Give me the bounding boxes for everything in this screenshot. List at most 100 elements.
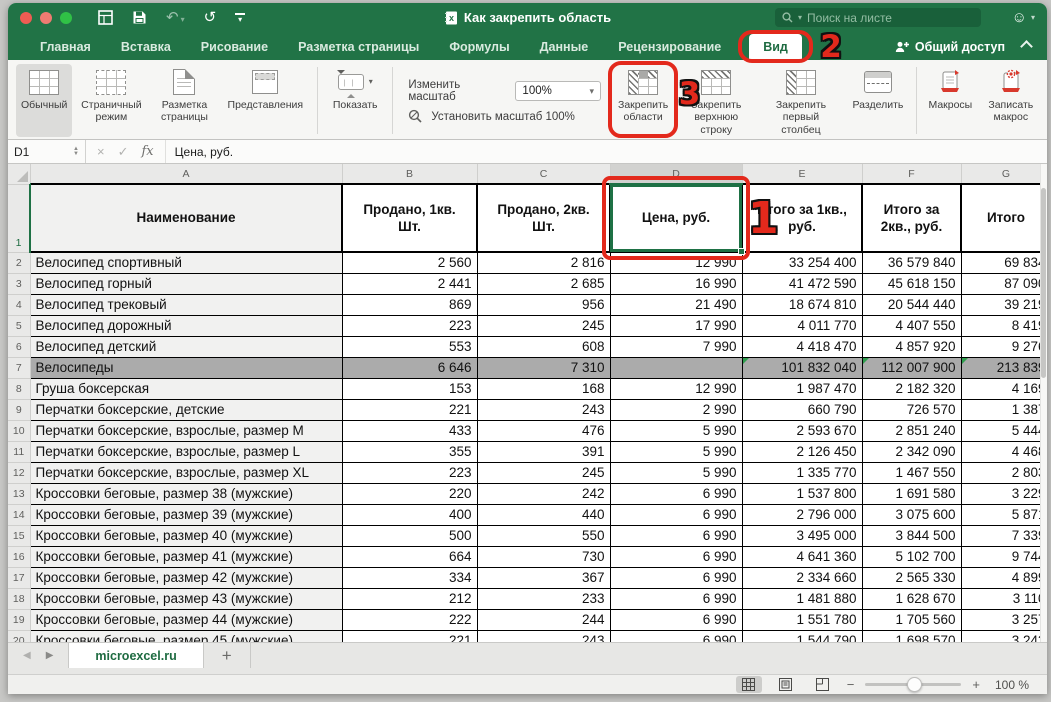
sheet-tab-microexcel[interactable]: microexcel.ru: [68, 643, 203, 668]
statusbar-pagebreak-view-icon[interactable]: [810, 676, 836, 693]
view-custom-button[interactable]: Представления: [219, 64, 312, 137]
cell-value[interactable]: 168: [477, 378, 610, 399]
cell-value[interactable]: 1 691 580: [862, 483, 961, 504]
freeze-top-row-button[interactable]: Закрепить верхнюю строку: [675, 64, 757, 137]
freeze-first-col-button[interactable]: Закрепить первый столбец: [757, 64, 845, 137]
row-header[interactable]: 7: [8, 357, 30, 378]
cell-value[interactable]: 36 579 840: [862, 252, 961, 273]
cell-value[interactable]: 7 990: [610, 336, 742, 357]
cell-value[interactable]: 223: [342, 462, 477, 483]
cell-value[interactable]: 6 990: [610, 525, 742, 546]
row-header[interactable]: 4: [8, 294, 30, 315]
row-header[interactable]: 20: [8, 630, 30, 642]
cell-value[interactable]: 1 551 780: [742, 609, 862, 630]
cell-value[interactable]: 6 990: [610, 546, 742, 567]
cell-value[interactable]: 660 790: [742, 399, 862, 420]
cell-value[interactable]: 243: [477, 630, 610, 642]
cell-value[interactable]: 153: [342, 378, 477, 399]
select-all-corner[interactable]: [8, 164, 30, 184]
cell-value[interactable]: 4 169: [961, 378, 1047, 399]
cell-value[interactable]: 2 685: [477, 273, 610, 294]
cell-value[interactable]: 243: [477, 399, 610, 420]
cell-value[interactable]: 500: [342, 525, 477, 546]
statusbar-normal-view-icon[interactable]: [736, 676, 762, 693]
cell-name[interactable]: Перчатки боксерские, взрослые, размер XL: [30, 462, 342, 483]
cell-value[interactable]: 2 560: [342, 252, 477, 273]
cell-value[interactable]: 5 990: [610, 462, 742, 483]
cell-value[interactable]: 212: [342, 588, 477, 609]
cell-value[interactable]: 45 618 150: [862, 273, 961, 294]
cell-value[interactable]: 6 990: [610, 483, 742, 504]
cell-value[interactable]: 608: [477, 336, 610, 357]
cell-name[interactable]: Кроссовки беговые, размер 44 (мужские): [30, 609, 342, 630]
cell-value[interactable]: 1 544 790: [742, 630, 862, 642]
cell-value[interactable]: 6 990: [610, 630, 742, 642]
cell-name[interactable]: Кроссовки беговые, размер 39 (мужские): [30, 504, 342, 525]
cell-value[interactable]: 433: [342, 420, 477, 441]
set-zoom-button[interactable]: Установить масштаб 100%: [408, 109, 601, 124]
insert-function-icon[interactable]: fx: [142, 144, 154, 159]
zoom-in-button[interactable]: +: [972, 677, 980, 692]
cell-value[interactable]: 69 834: [961, 252, 1047, 273]
cell-name[interactable]: Велосипед трековый: [30, 294, 342, 315]
tab-glavnaya[interactable]: Главная: [38, 34, 93, 60]
split-button[interactable]: Разделить: [845, 64, 911, 137]
cell-value[interactable]: 33 254 400: [742, 252, 862, 273]
cell-value[interactable]: 3 110: [961, 588, 1047, 609]
cell-value[interactable]: 39 219: [961, 294, 1047, 315]
cell-name[interactable]: Велосипед детский: [30, 336, 342, 357]
cell-name[interactable]: Кроссовки беговые, размер 38 (мужские): [30, 483, 342, 504]
minimize-window-button[interactable]: [40, 12, 52, 24]
cell-value[interactable]: 1 335 770: [742, 462, 862, 483]
name-box-stepper[interactable]: ▲▼: [73, 147, 79, 157]
cell-value[interactable]: 1 987 470: [742, 378, 862, 399]
cell-name[interactable]: Перчатки боксерские, детские: [30, 399, 342, 420]
cell-name[interactable]: Велосипеды: [30, 357, 342, 378]
statusbar-layout-view-icon[interactable]: [773, 676, 799, 693]
row-header[interactable]: 16: [8, 546, 30, 567]
cell-name[interactable]: Кроссовки беговые, размер 40 (мужские): [30, 525, 342, 546]
cell-value[interactable]: 4 641 360: [742, 546, 862, 567]
row-header[interactable]: 8: [8, 378, 30, 399]
cell-value[interactable]: 18 674 810: [742, 294, 862, 315]
selected-cell-d1[interactable]: Цена, руб.: [610, 184, 742, 252]
cell-value[interactable]: 2 182 320: [862, 378, 961, 399]
cell-value[interactable]: 2 803: [961, 462, 1047, 483]
header-cell-g1[interactable]: Итого: [961, 184, 1047, 252]
cell-value[interactable]: 391: [477, 441, 610, 462]
share-button[interactable]: Общий доступ: [895, 40, 1005, 54]
macros-button[interactable]: Макросы: [922, 64, 979, 137]
cell-name[interactable]: Кроссовки беговые, размер 42 (мужские): [30, 567, 342, 588]
next-sheet-icon[interactable]: ▶: [46, 650, 54, 661]
row-header[interactable]: 18: [8, 588, 30, 609]
cell-value[interactable]: 87 090: [961, 273, 1047, 294]
close-window-button[interactable]: [20, 12, 32, 24]
cell-value[interactable]: 220: [342, 483, 477, 504]
freeze-panes-button[interactable]: Закрепить области 3: [611, 64, 675, 137]
cell-value[interactable]: 7 310: [477, 357, 610, 378]
col-header-d[interactable]: D: [610, 164, 742, 184]
cell-value[interactable]: 2 334 660: [742, 567, 862, 588]
header-cell-c1[interactable]: Продано, 2кв. Шт.: [477, 184, 610, 252]
customize-toolbar-icon[interactable]: ▾: [235, 13, 245, 22]
col-header-g[interactable]: G: [961, 164, 1047, 184]
view-layout-button[interactable]: Разметка страницы: [150, 64, 218, 137]
cell-value[interactable]: 9 276: [961, 336, 1047, 357]
tab-razmetka[interactable]: Разметка страницы: [296, 34, 421, 60]
col-header-a[interactable]: A: [30, 164, 342, 184]
save-icon[interactable]: [132, 10, 147, 25]
view-pagebreak-button[interactable]: Страничный режим: [72, 64, 150, 137]
tab-recenzirovanie[interactable]: Рецензирование: [616, 34, 723, 60]
cell-name[interactable]: Груша боксерская: [30, 378, 342, 399]
cell-value[interactable]: 21 490: [610, 294, 742, 315]
cell-value[interactable]: 12 990: [610, 252, 742, 273]
row-header[interactable]: 6: [8, 336, 30, 357]
cell-value[interactable]: 2 342 090: [862, 441, 961, 462]
cell-value[interactable]: 1 537 800: [742, 483, 862, 504]
row-header-1[interactable]: 1: [8, 184, 30, 252]
cell-value[interactable]: 101 832 040: [742, 357, 862, 378]
col-header-c[interactable]: C: [477, 164, 610, 184]
record-macro-button[interactable]: Записать макрос: [979, 64, 1043, 137]
cell-value[interactable]: 41 472 590: [742, 273, 862, 294]
cell-value[interactable]: 221: [342, 630, 477, 642]
